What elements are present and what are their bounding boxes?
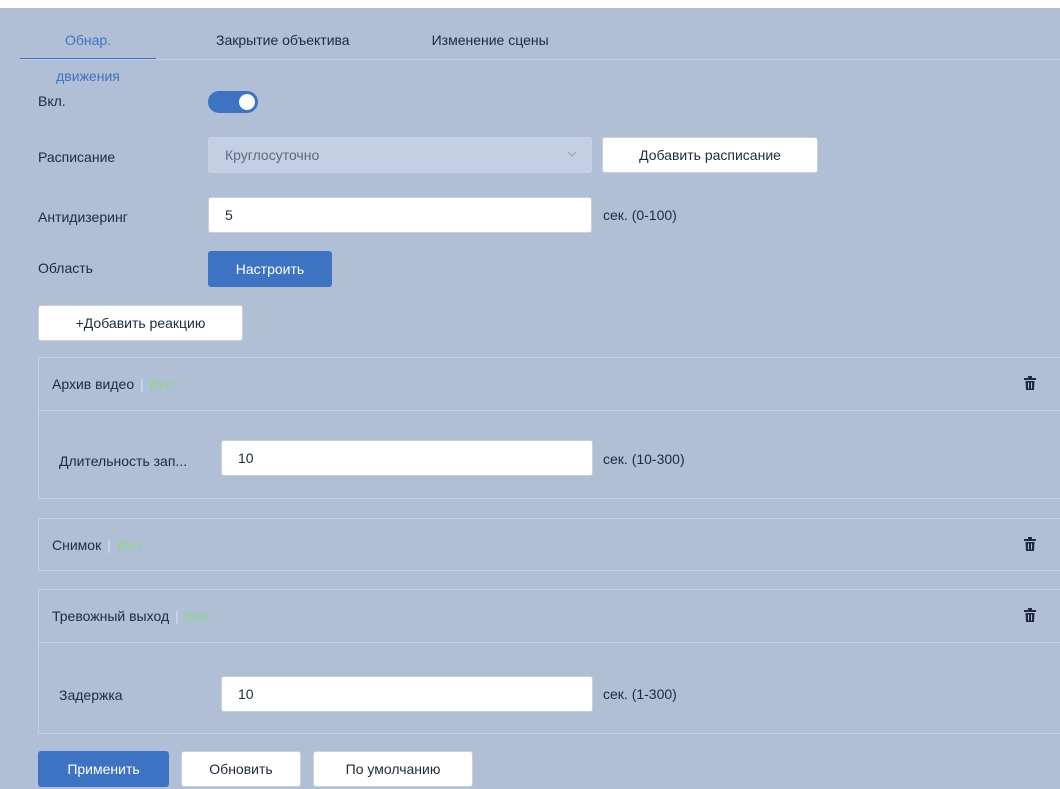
duration-label: Длительность зап... — [59, 453, 188, 469]
refresh-button[interactable]: Обновить — [181, 751, 301, 787]
status-badge: Вкл. — [184, 608, 213, 624]
default-button[interactable]: По умолчанию — [313, 751, 473, 787]
duration-unit: сек. (10-300) — [603, 451, 685, 467]
toggle-knob — [239, 94, 255, 110]
panel-header: Тревожный выход | Вкл. — [39, 590, 1060, 642]
panel-title: Снимок | Вкл. — [52, 537, 145, 553]
add-schedule-button[interactable]: Добавить расписание — [602, 137, 818, 173]
trash-icon[interactable] — [1024, 537, 1036, 551]
panel-body: Длительность зап... 10 сек. (10-300) — [39, 410, 1060, 498]
delay-input[interactable]: 10 — [221, 676, 593, 712]
trash-icon[interactable] — [1024, 376, 1036, 390]
panel-header: Архив видео | Вкл. — [39, 358, 1060, 410]
add-reaction-button[interactable]: +Добавить реакцию — [38, 305, 243, 341]
configure-button[interactable]: Настроить — [208, 251, 332, 287]
tab-motion-detection[interactable]: Обнар. движения — [20, 22, 156, 84]
delay-label: Задержка — [59, 687, 123, 703]
panel-title-text: Архив видео — [52, 376, 135, 392]
antidither-label: Антидизеринг — [38, 209, 128, 225]
schedule-label: Расписание — [38, 149, 116, 165]
tab-lens-cover[interactable]: Закрытие объектива — [216, 22, 350, 60]
antidither-unit: сек. (0-100) — [603, 207, 677, 223]
tab-scene-change[interactable]: Изменение сцены — [432, 22, 549, 60]
panel-title: Тревожный выход | Вкл. — [52, 608, 213, 624]
status-badge: Вкл. — [116, 537, 145, 553]
tab-divider — [20, 59, 1060, 60]
reaction-panel-alarm-output: Тревожный выход | Вкл. Задержка 10 сек. (1… — [38, 589, 1060, 734]
enable-label: Вкл. — [38, 93, 66, 109]
panel-header: Снимок | Вкл. — [39, 519, 1060, 571]
area-label: Область — [38, 260, 93, 276]
panel-title-text: Тревожный выход — [52, 608, 170, 624]
reaction-panel-video-archive: Архив видео | Вкл. Длительность зап... 10 … — [38, 357, 1060, 499]
chevron-down-icon — [567, 149, 577, 159]
reaction-panel-snapshot: Снимок | Вкл. — [38, 518, 1060, 571]
delay-unit: сек. (1-300) — [603, 686, 677, 702]
apply-button[interactable]: Применить — [38, 751, 169, 787]
panel-title-text: Снимок — [52, 537, 102, 553]
schedule-select[interactable]: Круглосуточно — [208, 137, 592, 173]
trash-icon[interactable] — [1024, 608, 1036, 622]
antidither-input[interactable]: 5 — [208, 197, 592, 233]
duration-input[interactable]: 10 — [221, 440, 593, 476]
schedule-select-value: Круглосуточно — [225, 147, 320, 163]
panel-title: Архив видео | Вкл. — [52, 376, 178, 392]
tab-bar: Обнар. движения Закрытие объектива Измен… — [20, 22, 549, 84]
status-badge: Вкл. — [149, 376, 178, 392]
enable-toggle[interactable] — [208, 91, 258, 113]
panel-body: Задержка 10 сек. (1-300) — [39, 642, 1060, 733]
top-strip — [0, 0, 1060, 8]
